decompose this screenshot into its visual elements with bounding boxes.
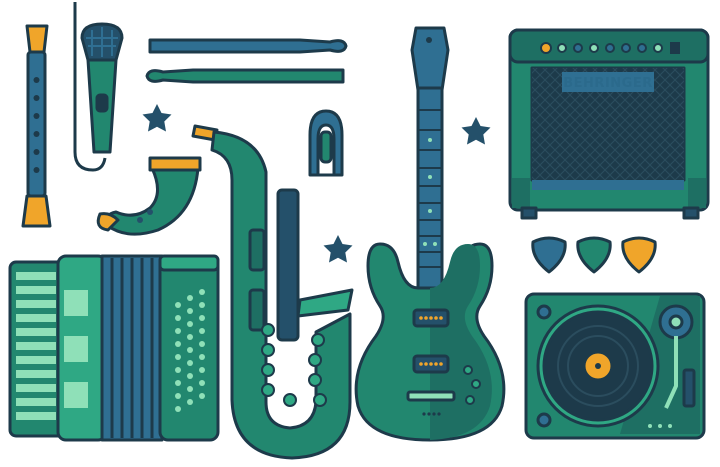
electric-guitar-icon: [354, 26, 506, 442]
star-icon: [142, 104, 172, 132]
horn-icon: [96, 156, 202, 236]
music-instruments-illustration: BEHRINGER: [0, 0, 720, 467]
star-icon: [461, 117, 491, 145]
star-icon: [323, 235, 353, 263]
guitar-pick-icon: [531, 236, 567, 274]
drumsticks-icon: [145, 38, 348, 84]
accordion-icon: [8, 254, 220, 442]
capo-icon: [308, 109, 344, 177]
microphone-icon: [73, 2, 124, 172]
guitar-pick-icon: [621, 236, 657, 274]
turntable-icon: [524, 292, 706, 440]
instruments-canvas: BEHRINGER: [8, 2, 710, 460]
guitar-pick-icon: [576, 236, 612, 274]
recorder-icon: [21, 24, 52, 228]
guitar-amp-icon: BEHRINGER: [508, 28, 710, 220]
amp-brand-label: BEHRINGER: [563, 76, 652, 91]
